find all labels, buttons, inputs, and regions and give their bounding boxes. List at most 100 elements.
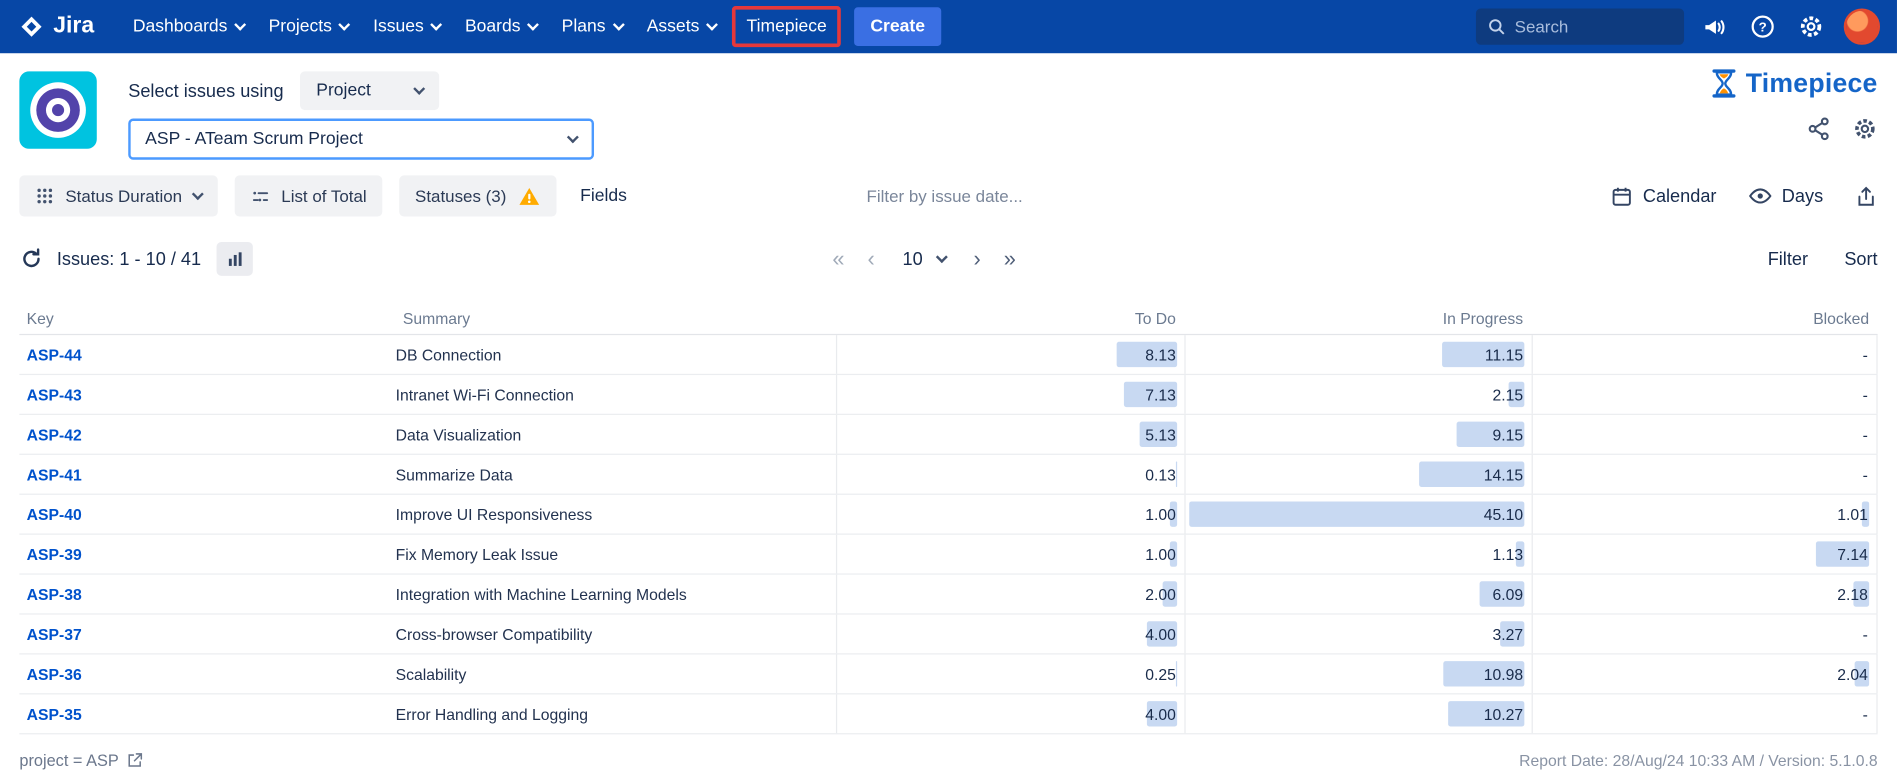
- duration-value: 1.00: [1145, 545, 1176, 563]
- column-header-inprogress[interactable]: In Progress: [1184, 310, 1531, 328]
- blocked-duration-cell: 1.01: [1532, 495, 1878, 534]
- table-row: ASP-37 Cross-browser Compatibility 4.00 …: [19, 615, 1877, 655]
- chevron-down-icon: [413, 82, 425, 94]
- issue-key-link[interactable]: ASP-37: [27, 625, 82, 643]
- inprogress-duration-cell: 10.98: [1184, 655, 1531, 694]
- status-duration-table: Key Summary To Do In Progress Blocked AS…: [19, 304, 1877, 735]
- share-icon[interactable]: [1806, 116, 1831, 141]
- chart-view-button[interactable]: [217, 242, 253, 276]
- todo-duration-cell: 1.00: [836, 495, 1184, 534]
- summary-cell: Scalability: [396, 665, 836, 683]
- export-button[interactable]: [1855, 184, 1878, 207]
- next-page-icon[interactable]: ›: [974, 248, 981, 270]
- search-input[interactable]: [1515, 17, 1673, 36]
- issue-key-link[interactable]: ASP-43: [27, 385, 82, 403]
- key-cell: ASP-38: [19, 585, 395, 603]
- column-header-blocked[interactable]: Blocked: [1532, 310, 1878, 328]
- todo-duration-cell: 2.00: [836, 575, 1184, 614]
- statuses-button[interactable]: Statuses (3): [399, 175, 556, 216]
- todo-duration-cell: 7.13: [836, 375, 1184, 414]
- duration-value: 1.00: [1145, 505, 1176, 523]
- inprogress-duration-cell: 2.15: [1184, 375, 1531, 414]
- key-cell: ASP-41: [19, 465, 395, 483]
- issue-source-select[interactable]: Project: [301, 71, 439, 110]
- duration-value: 2.15: [1493, 385, 1524, 403]
- user-avatar[interactable]: [1844, 8, 1880, 44]
- filter-button[interactable]: Filter: [1768, 249, 1808, 270]
- announcements-megaphone-icon[interactable]: [1696, 8, 1732, 44]
- report-type-select[interactable]: Status Duration: [19, 175, 217, 216]
- summary-cell: Summarize Data: [396, 465, 836, 483]
- todo-duration-cell: 1.00: [836, 535, 1184, 574]
- issue-key-link[interactable]: ASP-35: [27, 705, 82, 723]
- inprogress-duration-cell: 1.13: [1184, 535, 1531, 574]
- project-select[interactable]: ASP - ATeam Scrum Project: [128, 119, 594, 160]
- refresh-icon[interactable]: [19, 247, 43, 271]
- duration-value: 10.98: [1484, 665, 1523, 683]
- previous-page-icon[interactable]: ‹: [867, 248, 874, 270]
- issue-key-link[interactable]: ASP-41: [27, 465, 82, 483]
- key-cell: ASP-37: [19, 625, 395, 643]
- column-header-summary[interactable]: Summary: [396, 310, 836, 328]
- duration-value: 11.15: [1485, 345, 1523, 363]
- nav-item-timepiece[interactable]: Timepiece: [732, 6, 841, 47]
- timepiece-logo: Timepiece: [1708, 68, 1877, 99]
- issue-key-link[interactable]: ASP-39: [27, 545, 82, 563]
- warning-icon: [517, 184, 540, 207]
- nav-item-assets[interactable]: Assets: [635, 6, 729, 47]
- issue-key-link[interactable]: ASP-38: [27, 585, 82, 603]
- duration-value: 14.15: [1484, 465, 1523, 483]
- sort-button[interactable]: Sort: [1844, 249, 1877, 270]
- export-icon: [1855, 184, 1878, 207]
- search-box[interactable]: [1476, 8, 1684, 44]
- help-icon[interactable]: ?: [1745, 8, 1781, 44]
- table-row: ASP-38 Integration with Machine Learning…: [19, 575, 1877, 615]
- nav-item-plans[interactable]: Plans: [550, 6, 635, 47]
- table-body: ASP-44 DB Connection 8.13 11.15 - ASP-43…: [19, 335, 1877, 734]
- settings-gear-icon[interactable]: [1793, 8, 1829, 44]
- column-header-todo[interactable]: To Do: [836, 310, 1184, 328]
- jql-filter-link[interactable]: project = ASP: [19, 751, 144, 769]
- duration-value: 1.01: [1837, 505, 1868, 523]
- nav-item-dashboards[interactable]: Dashboards: [121, 6, 257, 47]
- date-filter-placeholder[interactable]: Filter by issue date...: [867, 186, 1023, 205]
- create-button[interactable]: Create: [855, 7, 941, 46]
- todo-duration-cell: 0.25: [836, 655, 1184, 694]
- page-size-select[interactable]: 10: [898, 249, 951, 270]
- blocked-duration-cell: -: [1532, 694, 1878, 733]
- nav-item-boards[interactable]: Boards: [453, 6, 550, 47]
- issue-key-link[interactable]: ASP-42: [27, 425, 82, 443]
- table-row: ASP-36 Scalability 0.25 10.98 2.04: [19, 655, 1877, 695]
- inprogress-duration-cell: 9.15: [1184, 415, 1531, 454]
- jira-logo-icon: [19, 14, 44, 39]
- days-label: Days: [1782, 186, 1823, 207]
- duration-value: 9.15: [1493, 425, 1524, 443]
- jql-filter-text: project = ASP: [19, 751, 118, 769]
- last-page-icon[interactable]: »: [1004, 248, 1016, 270]
- fields-button[interactable]: Fields: [580, 186, 627, 205]
- days-display-button[interactable]: Days: [1748, 184, 1823, 208]
- key-cell: ASP-40: [19, 505, 395, 523]
- nav-item-projects[interactable]: Projects: [256, 6, 361, 47]
- duration-value: 3.27: [1493, 625, 1524, 643]
- summary-cell: Cross-browser Compatibility: [396, 625, 836, 643]
- calendar-view-button[interactable]: Calendar: [1610, 184, 1716, 207]
- issue-key-link[interactable]: ASP-40: [27, 505, 82, 523]
- column-header-key[interactable]: Key: [19, 310, 395, 328]
- issue-key-link[interactable]: ASP-44: [27, 345, 82, 363]
- nav-item-issues[interactable]: Issues: [361, 6, 453, 47]
- jira-logo[interactable]: Jira: [19, 13, 94, 40]
- duration-value: 4.00: [1145, 705, 1176, 723]
- calendar-icon: [1610, 184, 1633, 207]
- hourglass-icon: [1708, 68, 1739, 99]
- table-header-row: Key Summary To Do In Progress Blocked: [19, 304, 1877, 335]
- key-cell: ASP-43: [19, 385, 395, 403]
- duration-value: 8.13: [1145, 345, 1176, 363]
- list-of-total-button[interactable]: List of Total: [234, 175, 382, 216]
- issue-key-link[interactable]: ASP-36: [27, 665, 82, 683]
- blocked-duration-cell: 2.04: [1532, 655, 1878, 694]
- first-page-icon[interactable]: «: [832, 248, 844, 270]
- report-settings-gear-icon[interactable]: [1852, 116, 1877, 141]
- report-type-value: Status Duration: [65, 186, 182, 205]
- duration-value: 2.00: [1145, 585, 1176, 603]
